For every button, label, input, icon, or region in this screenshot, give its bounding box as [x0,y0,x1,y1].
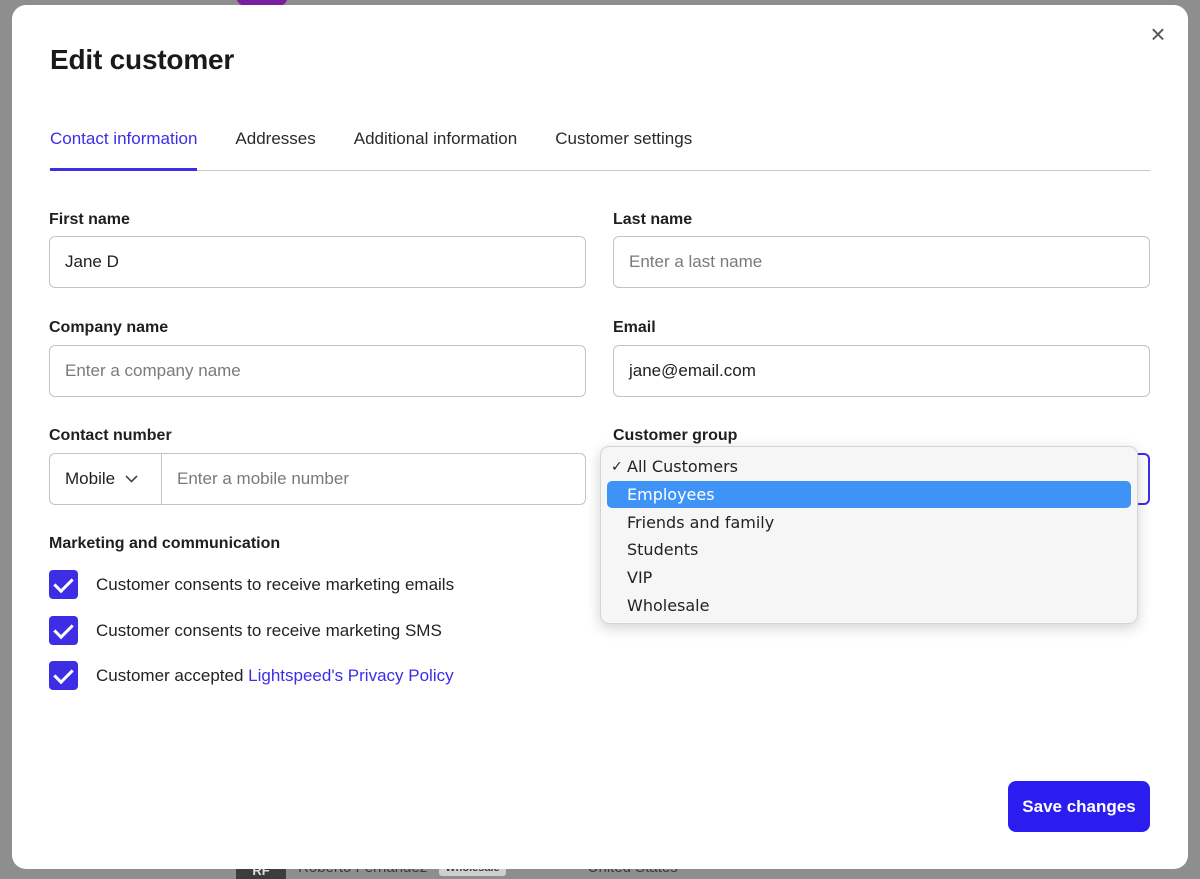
privacy-policy-prefix: Customer accepted [96,665,249,685]
tab-bar: Contact information Addresses Additional… [50,129,1150,171]
sms-consent-label: Customer consents to receive marketing S… [96,620,442,640]
privacy-policy-link[interactable]: Lightspeed's Privacy Policy [248,666,453,685]
company-name-field[interactable]: Enter a company name [49,345,586,397]
first-name-field[interactable]: Jane D [49,236,586,288]
sms-consent-row: Customer consents to receive marketing S… [49,616,442,645]
mobile-number-input[interactable]: Enter a mobile number [162,454,585,504]
contact-number-group: Mobile Enter a mobile number [49,453,586,505]
privacy-policy-checkbox[interactable] [49,661,78,690]
last-name-field[interactable]: Enter a last name [613,236,1150,288]
phone-type-select[interactable]: Mobile [50,454,162,504]
sms-consent-checkbox[interactable] [49,616,78,645]
first-name-label: First name [49,211,130,228]
tab-customer-settings[interactable]: Customer settings [555,129,692,171]
company-name-placeholder: Enter a company name [65,361,241,380]
save-changes-button[interactable]: Save changes [1008,781,1150,832]
email-consent-checkbox[interactable] [49,570,78,599]
company-name-label: Company name [49,319,169,336]
email-consent-row: Customer consents to receive marketing e… [49,570,454,599]
option-vip[interactable]: VIP [607,564,1131,592]
tab-addresses[interactable]: Addresses [235,129,315,171]
chevron-down-icon [125,472,138,486]
customer-group-label: Customer group [613,427,738,444]
phone-type-value: Mobile [65,469,116,488]
option-friends-and-family[interactable]: Friends and family [607,508,1131,536]
option-wholesale[interactable]: Wholesale [607,591,1131,619]
email-value: jane@email.com [629,361,756,380]
tab-contact-information[interactable]: Contact information [50,129,198,171]
email-label: Email [613,319,656,336]
customer-group-dropdown: All Customers Employees Friends and fami… [600,446,1138,624]
privacy-policy-row: Customer accepted Lightspeed's Privacy P… [49,661,454,690]
marketing-heading: Marketing and communication [49,535,281,552]
mobile-number-placeholder: Enter a mobile number [177,469,349,488]
last-name-placeholder: Enter a last name [629,252,763,271]
privacy-policy-label: Customer accepted Lightspeed's Privacy P… [96,666,454,686]
modal-title: Edit customer [50,44,235,75]
email-field[interactable]: jane@email.com [613,345,1150,397]
edit-customer-modal: × Edit customer Contact information Addr… [12,5,1188,869]
first-name-value: Jane D [65,252,119,271]
tab-additional-information[interactable]: Additional information [354,129,517,171]
option-employees[interactable]: Employees [607,480,1131,509]
option-all-customers[interactable]: All Customers [607,453,1131,481]
close-icon[interactable]: × [1146,21,1170,47]
email-consent-label: Customer consents to receive marketing e… [96,574,455,594]
option-students[interactable]: Students [607,536,1131,564]
last-name-label: Last name [613,211,693,228]
contact-number-label: Contact number [49,427,172,444]
